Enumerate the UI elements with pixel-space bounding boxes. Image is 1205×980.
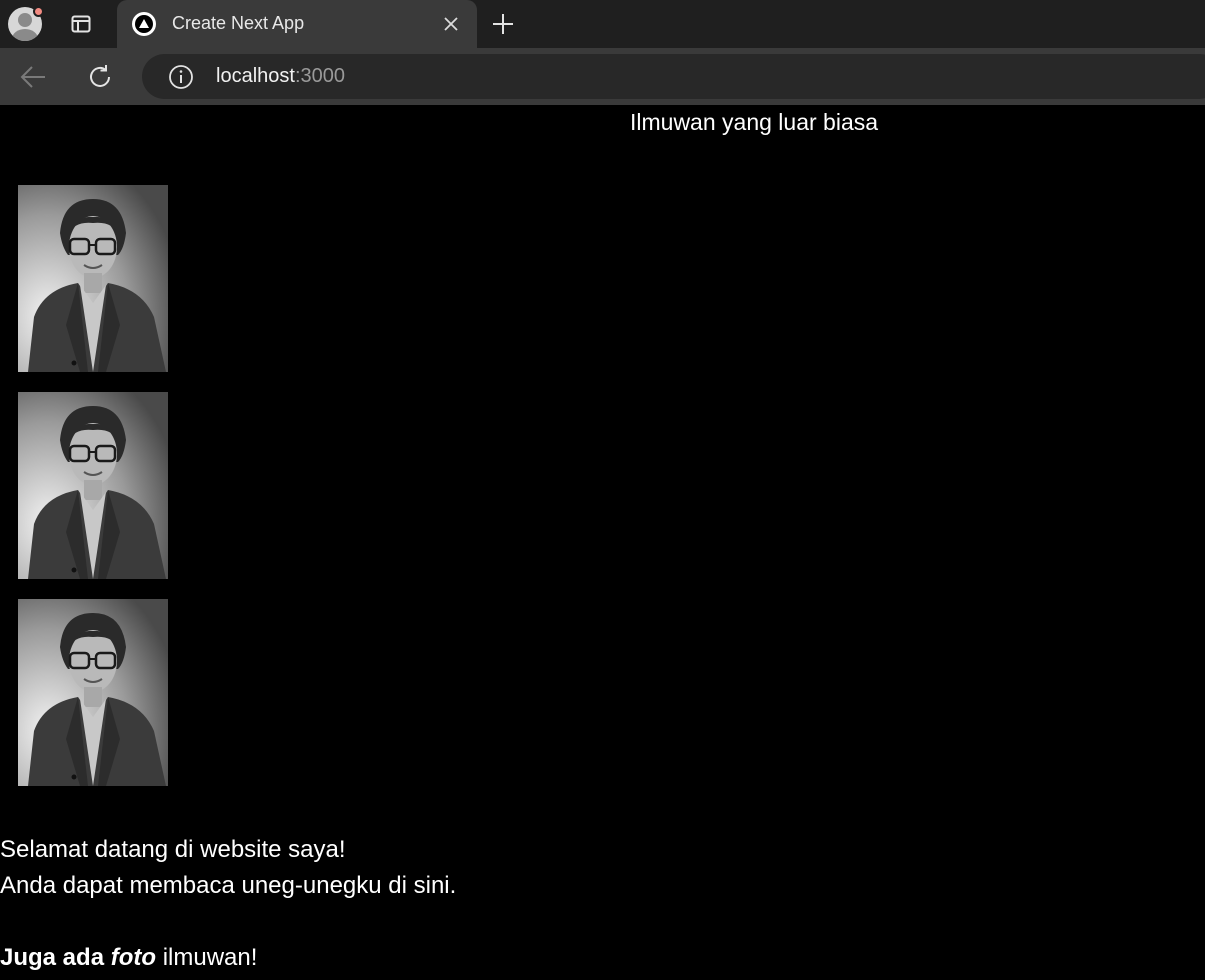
site-info-icon[interactable] (168, 64, 194, 90)
url-host: localhost (216, 65, 295, 87)
page-heading: Ilmuwan yang luar biasa (630, 109, 879, 135)
page-viewport: Ilmuwan yang luar biasa Selamat datang d… (0, 105, 1205, 980)
address-bar[interactable]: localhost:3000 (142, 54, 1205, 99)
back-arrow-icon[interactable] (18, 62, 48, 92)
intro-text: Selamat datang di website saya! Anda dap… (0, 832, 456, 976)
tab-actions-icon[interactable] (64, 8, 98, 40)
tab-title: Create Next App (172, 13, 305, 33)
also-bold-italic: foto (110, 944, 157, 971)
tab-create-next-app[interactable]: Create Next App (117, 0, 477, 48)
new-tab-icon[interactable] (490, 11, 516, 37)
scientist-photo (18, 392, 168, 579)
scientist-photo (18, 599, 168, 786)
reload-icon[interactable] (85, 62, 115, 92)
welcome-line: Selamat datang di website saya! (0, 836, 346, 863)
also-photo-line: Juga ada foto ilmuwan! (0, 940, 456, 976)
url-text[interactable]: localhost:3000 (216, 65, 345, 88)
url-port: :3000 (294, 65, 345, 87)
browser-tab-strip: Create Next App (0, 0, 1205, 48)
also-rest: ilmuwan! (156, 944, 258, 971)
notification-dot-icon (33, 6, 44, 17)
nextjs-favicon-icon (132, 12, 156, 36)
also-bold-prefix: Juga ada (0, 944, 111, 971)
close-tab-icon[interactable] (441, 14, 461, 34)
browser-toolbar: localhost:3000 (0, 48, 1205, 105)
scientist-photo (18, 185, 168, 372)
read-line: Anda dapat membaca uneg-unegku di sini. (0, 872, 457, 899)
